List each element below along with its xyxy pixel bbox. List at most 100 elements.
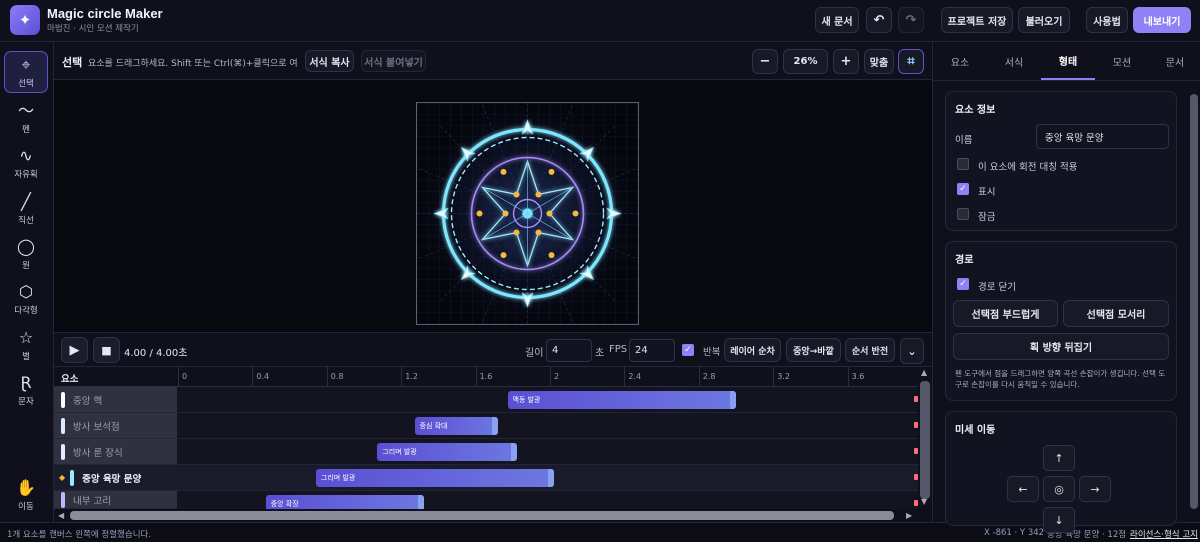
close-path-checkbox[interactable]: ✓ <box>957 278 969 290</box>
center-out-button[interactable]: 중앙→바깥 <box>786 338 841 362</box>
layer-name: 중앙 핵 <box>73 395 103 407</box>
tool-label: 원 <box>22 260 30 271</box>
ruler-gridline <box>773 367 775 387</box>
path-help-text: 펜 도구에서 점을 드래그하면 양쪽 곡선 손잡이가 생깁니다. 선택 도구로 … <box>955 369 1166 389</box>
scroll-up-icon[interactable]: ▲ <box>921 368 927 377</box>
magic-circle-artboard[interactable] <box>402 88 653 339</box>
layer-row-gems[interactable]: 방사 보석점 <box>54 413 177 439</box>
tab-shape[interactable]: 형태 <box>1041 42 1095 80</box>
tool-bar: ⌖ 선택 〜 펜 ∿ 자유획 ╱ 직선 ◯ 원 ⬡ 다각형 ☆ 별 Ɽ 문자 ✋ 이동 <box>0 42 54 522</box>
tool-line[interactable]: ╱ 직선 <box>4 188 48 230</box>
scroll-thumb[interactable] <box>920 381 930 499</box>
timeline-ruler[interactable]: 요소 0 0.4 0.8 1.2 1.6 2 2.4 2.8 3.2 3.6 <box>54 367 918 387</box>
layer-row-runes[interactable]: 방사 룬 장식 <box>54 439 177 465</box>
scroll-left-icon[interactable]: ◀ <box>58 511 64 520</box>
canvas-toolbar: 선택 요소를 드래그하세요. Shift 또는 Ctrl(⌘)+클릭으로 여..… <box>54 42 932 80</box>
tool-circle[interactable]: ◯ 원 <box>4 233 48 275</box>
scroll-thumb[interactable] <box>1190 94 1198 509</box>
scroll-thumb[interactable] <box>70 511 894 520</box>
name-input[interactable]: 중앙 육망 문양 <box>1036 124 1169 149</box>
layer-color-swatch <box>61 491 65 508</box>
ruler-gridline <box>401 367 403 387</box>
tool-text[interactable]: Ɽ 문자 <box>4 369 48 411</box>
path-title: 경로 <box>955 255 974 266</box>
scroll-down-icon[interactable]: ▼ <box>921 497 927 506</box>
app-logo-icon: ✦ <box>10 5 40 35</box>
usage-button[interactable]: 사용법 <box>1086 7 1128 33</box>
reverse-order-button[interactable]: 순서 반전 <box>845 338 895 362</box>
ruler-tick-label: 3.6 <box>851 372 865 381</box>
flip-stroke-button[interactable]: 획 방향 뒤집기 <box>953 333 1169 360</box>
layer-row-core[interactable]: 중앙 핵 <box>54 387 177 413</box>
timeline-vertical-scrollbar[interactable]: ▲ ▼ <box>918 367 932 509</box>
layer-name: 중앙 육망 문양 <box>82 473 142 485</box>
ruler-gridline <box>698 367 700 387</box>
load-button[interactable]: 불러오기 <box>1018 7 1070 33</box>
nudge-center-icon[interactable]: ◎ <box>1043 476 1075 502</box>
nudge-left-icon[interactable]: ← <box>1007 476 1039 502</box>
scroll-right-icon[interactable]: ▶ <box>906 511 912 520</box>
playback-bar: ▶ ■ 4.00 / 4.00초 길이 4 초 FPS 24 ✓ 반복 레이어 … <box>54 332 932 367</box>
frame-toggle-icon[interactable]: ⌗ <box>898 49 924 74</box>
more-options-button[interactable]: ⌄ <box>900 338 924 364</box>
tool-freehand[interactable]: ∿ 자유획 <box>4 142 48 184</box>
panel-scrollbar[interactable] <box>1189 82 1199 522</box>
tab-document[interactable]: 문서 <box>1149 42 1200 80</box>
gem-point <box>548 168 555 175</box>
corner-points-button[interactable]: 선택점 모서리 <box>1063 300 1169 327</box>
lock-checkbox[interactable] <box>957 208 969 220</box>
timeline-row[interactable]: 맥동 발광 <box>177 387 918 413</box>
rotational-symmetry-checkbox[interactable] <box>957 158 969 170</box>
nudge-right-icon[interactable]: → <box>1079 476 1111 502</box>
timeline-row[interactable]: 그리며 발광 <box>177 439 918 465</box>
tab-motion[interactable]: 모션 <box>1095 42 1149 80</box>
tab-style[interactable]: 서식 <box>987 42 1041 80</box>
animation-clip[interactable]: 그리며 발광 <box>315 469 554 487</box>
new-document-button[interactable]: 새 문서 <box>815 7 859 33</box>
animation-clip[interactable]: 중심 확대 <box>414 417 499 435</box>
save-project-button[interactable]: 프로젝트 저장 <box>941 7 1013 33</box>
ruler-tick-label: 0.8 <box>330 372 344 381</box>
smooth-points-button[interactable]: 선택점 부드럽게 <box>953 300 1058 327</box>
tool-select[interactable]: ⌖ 선택 <box>4 51 48 93</box>
tool-polygon[interactable]: ⬡ 다각형 <box>4 278 48 320</box>
paste-style-button[interactable]: 서식 붙여넣기 <box>361 50 426 72</box>
timeline-row[interactable]: 그리며 발광 <box>177 465 918 491</box>
layer-name: 내부 고리 <box>73 495 111 507</box>
copy-style-button[interactable]: 서식 복사 <box>305 50 354 72</box>
tool-move[interactable]: ✋ 이동 <box>4 474 48 516</box>
visible-checkbox[interactable]: ✓ <box>957 183 969 195</box>
zoom-in-button[interactable]: + <box>833 49 859 74</box>
timeline-horizontal-scrollbar[interactable]: ◀ ▶ <box>54 509 918 522</box>
animation-clip[interactable]: 그리며 발광 <box>377 443 517 461</box>
length-input[interactable]: 4 <box>546 339 592 362</box>
nudge-up-icon[interactable]: ↑ <box>1043 445 1075 471</box>
animation-clip[interactable]: 맥동 발광 <box>507 391 737 409</box>
layer-row-hexagram[interactable]: ◆ 중앙 육망 문양 <box>54 465 177 491</box>
gem-point <box>535 191 542 198</box>
nudge-down-icon[interactable]: ↓ <box>1043 507 1075 533</box>
layer-color-swatch <box>61 417 65 434</box>
timeline-track-area[interactable]: 맥동 발광 중심 확대 그리며 발광 그리며 발광 중앙 확장 <box>177 387 918 517</box>
redo-button[interactable]: ↷ <box>898 7 924 33</box>
tool-label: 별 <box>22 351 30 362</box>
tool-pen[interactable]: 〜 펜 <box>4 97 48 139</box>
export-button[interactable]: 내보내기 <box>1133 7 1191 33</box>
layer-order-button[interactable]: 레이어 순차 <box>724 338 781 362</box>
layer-color-swatch <box>61 443 65 460</box>
gem-point <box>513 229 520 236</box>
zoom-out-button[interactable]: − <box>752 49 778 74</box>
fps-input[interactable]: 24 <box>629 339 675 362</box>
layer-row-inner-ring[interactable]: 내부 고리 <box>54 491 177 509</box>
tool-star[interactable]: ☆ 별 <box>4 324 48 366</box>
tab-elements[interactable]: 요소 <box>933 42 987 80</box>
loop-checkbox[interactable]: ✓ <box>682 344 694 356</box>
layer-name: 방사 룬 장식 <box>73 447 123 459</box>
timeline-row[interactable]: 중심 확대 <box>177 413 918 439</box>
fit-button[interactable]: 맞춤 <box>864 49 894 74</box>
play-icon[interactable]: ▶ <box>61 337 88 363</box>
license-link[interactable]: 라이선스·형식 고지 <box>1130 528 1198 540</box>
mode-label: 선택 <box>62 56 83 69</box>
stop-icon[interactable]: ■ <box>93 337 120 363</box>
undo-button[interactable]: ↶ <box>866 7 892 33</box>
